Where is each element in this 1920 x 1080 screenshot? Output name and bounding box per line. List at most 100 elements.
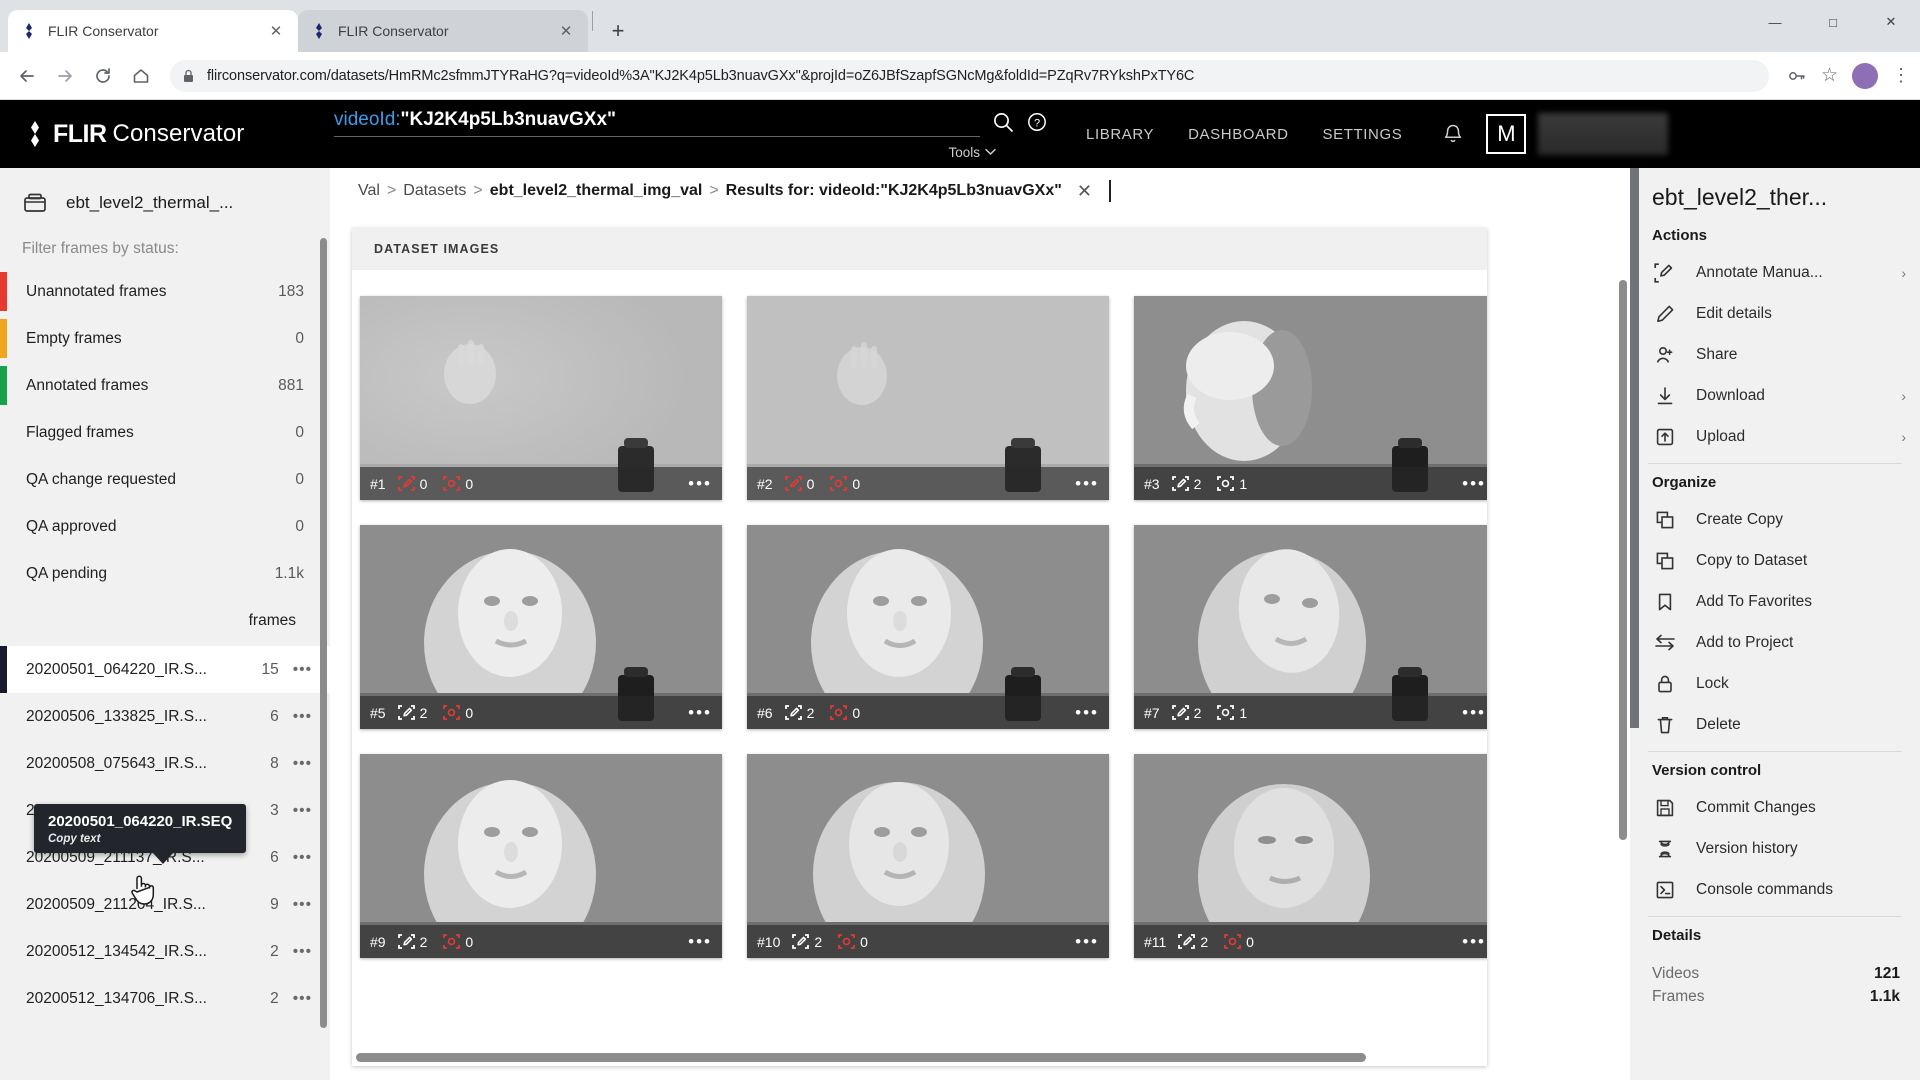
row-menu-icon[interactable]: ••• <box>293 802 312 820</box>
thumbnail-card[interactable]: #3 2 1 ••• <box>1134 296 1487 500</box>
row-menu-icon[interactable]: ••• <box>293 661 312 679</box>
status-count: 0 <box>295 329 304 347</box>
thumbnail-card[interactable]: #11 2 0 ••• <box>1134 754 1487 958</box>
window-maximize-button[interactable]: □ <box>1804 0 1862 44</box>
row-menu-icon[interactable]: ••• <box>293 990 312 1008</box>
breadcrumb-dataset[interactable]: ebt_level2_thermal_img_val <box>490 182 703 200</box>
action-lock[interactable]: Lock <box>1630 663 1920 704</box>
tab-close-icon[interactable]: ✕ <box>266 21 286 41</box>
app-logo[interactable]: FLIR Conservator <box>24 120 334 149</box>
list-item[interactable]: 20200501_064220_IR.S... 15 ••• <box>0 646 330 693</box>
action-add-to-favorites[interactable]: Add To Favorites <box>1630 581 1920 622</box>
thumbnail-card[interactable]: #10 2 0 ••• <box>747 754 1109 958</box>
nav-link-settings[interactable]: SETTINGS <box>1323 126 1403 143</box>
search-input[interactable]: videoId:"KJ2K4p5Lb3nuavGXx" <box>334 109 980 137</box>
main-vertical-scrollbar[interactable] <box>1619 280 1627 840</box>
status-row-qa-approved[interactable]: QA approved 0 <box>0 503 330 550</box>
search-query-value: "KJ2K4p5Lb3nuavGXx" <box>400 108 617 130</box>
window-close-button[interactable]: ✕ <box>1862 0 1920 44</box>
row-menu-icon[interactable]: ••• <box>293 708 312 726</box>
thumbnail-card[interactable]: #7 2 1 ••• <box>1134 525 1487 729</box>
back-button[interactable] <box>10 59 44 93</box>
user-menu[interactable]: M <box>1486 113 1669 155</box>
action-delete[interactable]: Delete <box>1630 704 1920 745</box>
help-icon[interactable]: ? <box>1026 111 1048 133</box>
home-button[interactable] <box>124 59 158 93</box>
status-row-unannotated[interactable]: Unannotated frames 183 <box>0 268 330 315</box>
breadcrumb-val[interactable]: Val <box>358 182 380 200</box>
breadcrumb-clear-icon[interactable]: ✕ <box>1077 181 1092 202</box>
action-copy-to-dataset[interactable]: Copy to Dataset <box>1630 540 1920 581</box>
thumbnail-menu-icon[interactable]: ••• <box>1075 703 1099 723</box>
list-item[interactable]: 20200512_134542_IR.S... 2 ••• <box>0 928 330 975</box>
forward-button[interactable] <box>48 59 82 93</box>
annotate-box-icon <box>1171 705 1189 720</box>
row-menu-icon[interactable]: ••• <box>293 943 312 961</box>
key-icon[interactable] <box>1787 66 1807 86</box>
list-item[interactable]: 20200512_134706_IR.S... 2 ••• <box>0 975 330 1022</box>
action-commit-changes[interactable]: Commit Changes <box>1630 787 1920 828</box>
thumbnail-card[interactable]: #9 2 0 ••• <box>360 754 722 958</box>
reload-button[interactable] <box>86 59 120 93</box>
action-upload[interactable]: Upload › <box>1630 416 1920 457</box>
profile-avatar[interactable] <box>1852 62 1878 89</box>
tools-dropdown[interactable]: Tools <box>948 145 996 160</box>
file-count: 15 <box>261 660 279 678</box>
nav-link-library[interactable]: LIBRARY <box>1086 126 1154 143</box>
action-label: Download <box>1696 386 1765 404</box>
status-row-qa-change-requested[interactable]: QA change requested 0 <box>0 456 330 503</box>
trash-icon <box>1652 715 1678 735</box>
row-menu-icon[interactable]: ••• <box>293 755 312 773</box>
thumbnail-menu-icon[interactable]: ••• <box>688 474 712 494</box>
status-row-frames[interactable]: frames <box>0 597 330 644</box>
action-download[interactable]: Download › <box>1630 375 1920 416</box>
thumbnail-card[interactable]: #2 0 0 ••• <box>747 296 1109 500</box>
thumbnail-menu-icon[interactable]: ••• <box>1075 932 1099 952</box>
list-item[interactable]: 20200506_133825_IR.S... 6 ••• <box>0 693 330 740</box>
action-console-commands[interactable]: Console commands <box>1630 869 1920 910</box>
bookmark-star-icon[interactable]: ☆ <box>1821 64 1838 87</box>
thumbnail-menu-icon[interactable]: ••• <box>1462 932 1486 952</box>
list-item[interactable]: 20200509_211204_IR.S... 9 ••• <box>0 881 330 928</box>
thumbnail-menu-icon[interactable]: ••• <box>1462 703 1486 723</box>
row-menu-icon[interactable]: ••• <box>293 896 312 914</box>
sidebar-scrollbar[interactable] <box>320 238 327 1028</box>
status-row-empty[interactable]: Empty frames 0 <box>0 315 330 362</box>
thumbnail-index: #5 <box>370 704 386 721</box>
browser-menu-icon[interactable]: ⋮ <box>1892 65 1910 86</box>
search-icon[interactable] <box>992 111 1014 133</box>
right-panel-scrollbar[interactable] <box>1630 168 1639 728</box>
nav-link-dashboard[interactable]: DASHBOARD <box>1188 126 1288 143</box>
browser-tab-2[interactable]: FLIR Conservator ✕ <box>298 10 588 52</box>
sidebar-dataset-header[interactable]: ebt_level2_thermal_... <box>0 168 330 232</box>
thumbnail-menu-icon[interactable]: ••• <box>1075 474 1099 494</box>
horizontal-scrollbar[interactable] <box>356 1053 1366 1062</box>
action-share[interactable]: Share <box>1630 334 1920 375</box>
browser-tab-1[interactable]: FLIR Conservator ✕ <box>8 10 298 52</box>
thumbnail-index: #10 <box>757 933 781 950</box>
action-add-to-project[interactable]: Add to Project <box>1630 622 1920 663</box>
thumbnail-card[interactable]: #5 2 0 ••• <box>360 525 722 729</box>
object-count-badge: 0 <box>443 934 473 950</box>
thumbnail-card[interactable]: #1 0 0 ••• <box>360 296 722 500</box>
thumbnail-toolbar: #1 0 0 ••• <box>360 467 722 500</box>
list-item[interactable]: 20200508_075643_IR.S... 8 ••• <box>0 740 330 787</box>
thumbnail-card[interactable]: #6 2 0 ••• <box>747 525 1109 729</box>
address-bar[interactable]: flirconservator.com/datasets/HmRMc2sfmmJ… <box>170 59 1769 92</box>
thumbnail-menu-icon[interactable]: ••• <box>688 932 712 952</box>
status-row-annotated[interactable]: Annotated frames 881 <box>0 362 330 409</box>
thumbnail-menu-icon[interactable]: ••• <box>688 703 712 723</box>
status-row-qa-pending[interactable]: QA pending 1.1k <box>0 550 330 597</box>
tab-close-icon[interactable]: ✕ <box>556 21 576 41</box>
thumbnail-menu-icon[interactable]: ••• <box>1462 474 1486 494</box>
status-row-flagged[interactable]: Flagged frames 0 <box>0 409 330 456</box>
action-edit-details[interactable]: Edit details <box>1630 293 1920 334</box>
row-menu-icon[interactable]: ••• <box>293 849 312 867</box>
action-annotate-manually[interactable]: Annotate Manua... › <box>1630 252 1920 293</box>
notification-bell-icon[interactable] <box>1442 123 1464 146</box>
action-version-history[interactable]: Version history <box>1630 828 1920 869</box>
window-minimize-button[interactable]: — <box>1746 0 1804 44</box>
action-create-copy[interactable]: Create Copy <box>1630 499 1920 540</box>
breadcrumb-datasets[interactable]: Datasets <box>403 182 466 200</box>
new-tab-button[interactable]: + <box>601 14 635 48</box>
